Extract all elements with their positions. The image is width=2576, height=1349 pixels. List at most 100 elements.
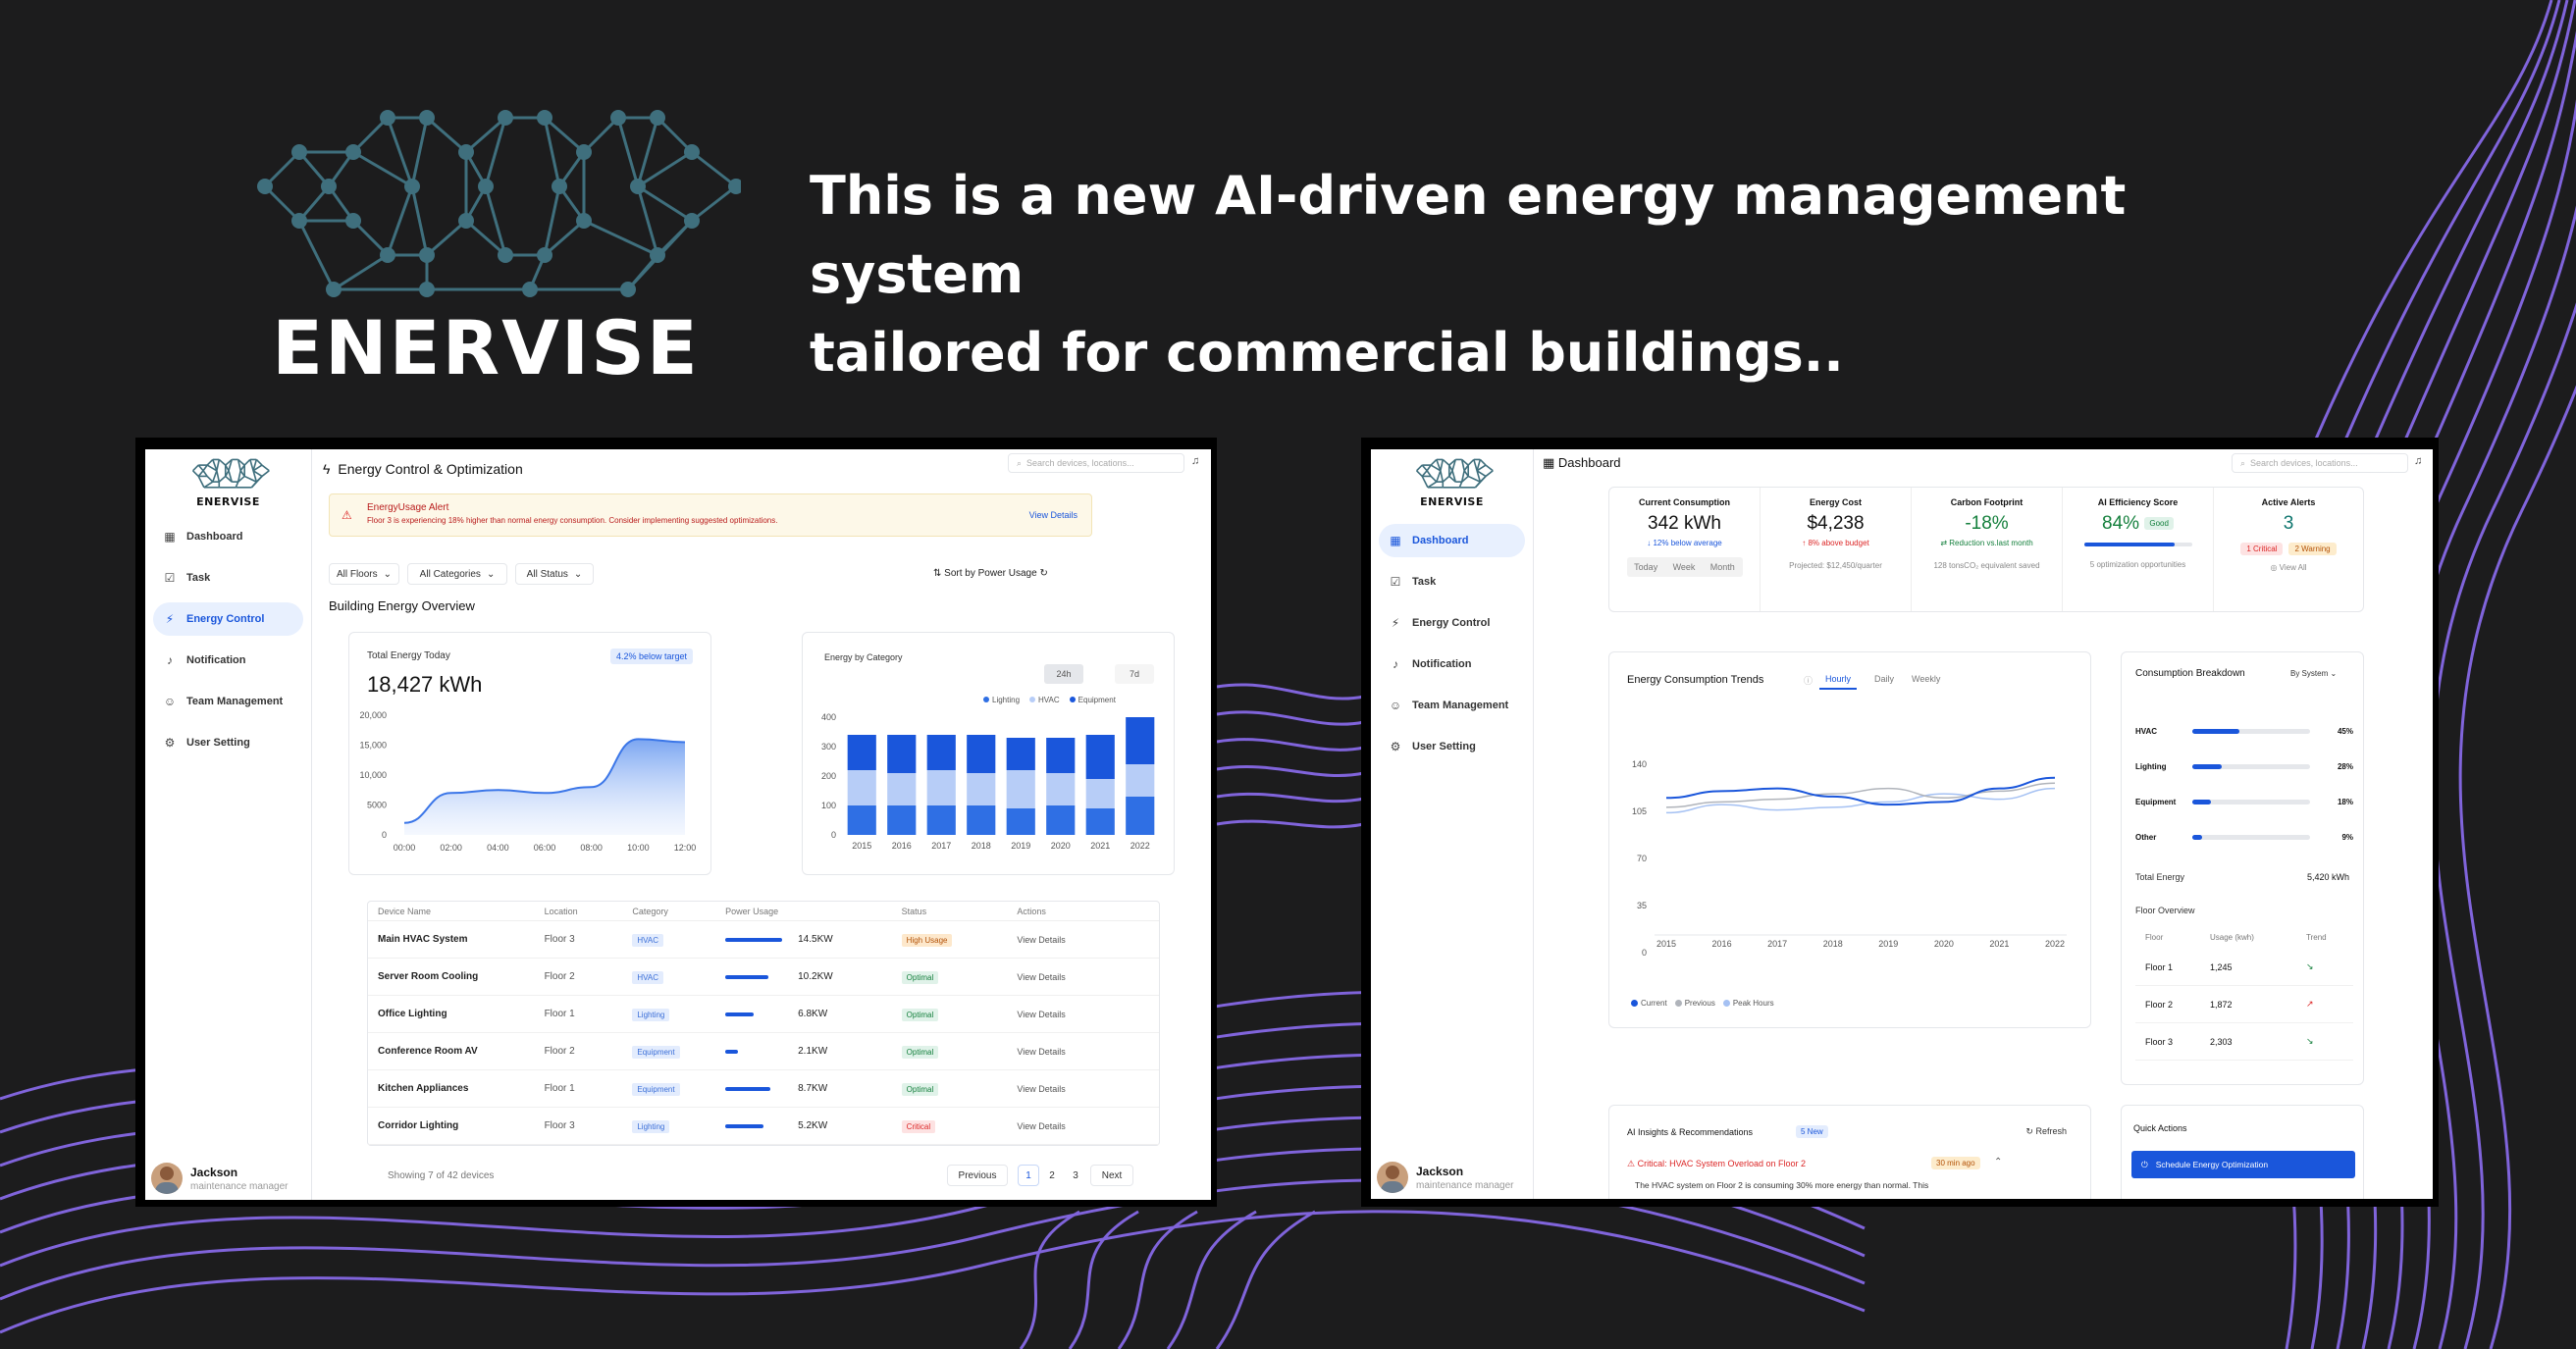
view-details-link[interactable]: View Details [1017,1010,1159,1019]
chevron-up-icon[interactable]: ⌃ [1994,1157,2002,1167]
sort-button[interactable]: ⇅ Sort by Power Usage ↻ [933,568,1048,579]
pager-previous-button[interactable]: Previous [947,1165,1008,1186]
table-row[interactable]: Kitchen Appliances Floor 1 Equipment 8.7KW O… [368,1070,1159,1108]
logo-node [291,213,307,229]
pager-page-1-button[interactable]: 1 [1018,1165,1039,1186]
sidebar-item-label: Notification [1412,658,1472,670]
usage-value: 10.2KW [798,971,833,982]
search-input[interactable]: ⌕ Search devices, locations... [2232,453,2408,473]
logo-node [458,144,474,160]
user-profile[interactable]: Jackson maintenance manager [151,1163,289,1194]
y-tick-label: 400 [821,712,836,722]
table-row[interactable]: Conference Room AV Floor 2 Equipment 2.1KW O… [368,1033,1159,1070]
schedule-optimization-button[interactable]: ⏻ Schedule Energy Optimization [2131,1151,2355,1178]
sidebar-item-dashboard[interactable]: ▦ Dashboard [153,520,303,553]
critical-badge: 1 Critical [2240,543,2284,555]
sidebar-item-notification[interactable]: ♪ Notification [153,644,303,677]
sidebar-item-user-setting[interactable]: ⚙ User Setting [1379,730,1525,763]
floor-row[interactable]: Floor 1 1,245 ↘ [2135,949,2353,986]
bell-icon[interactable]: ♫ [2414,455,2422,467]
tab-weekly[interactable]: Weekly [1912,674,1940,690]
alert-view-details-link[interactable]: View Details [1029,510,1078,520]
table-row[interactable]: Server Room Cooling Floor 2 HVAC 10.2KW Opti… [368,959,1159,996]
pager-page-2-button[interactable]: 2 [1041,1165,1063,1186]
brand-logo: ENERVISE [231,103,744,391]
range-7d-toggle[interactable]: 7d [1115,664,1154,684]
table-row[interactable]: Office Lighting Floor 1 Lighting 6.8KW Optim… [368,996,1159,1033]
team-icon: ☺ [1389,699,1402,712]
bell-icon[interactable]: ♫ [1191,455,1199,467]
sidebar-item-dashboard[interactable]: ▦ Dashboard [1379,524,1525,557]
tab-week[interactable]: Week [1673,562,1696,572]
view-all-link[interactable]: ◎ View All [2214,563,2363,572]
bar-segment [926,805,956,835]
logo-node [326,282,342,297]
sidebar-item-energy-control[interactable]: ⚡ Energy Control [1379,606,1525,640]
legend-label: HVAC [1038,696,1060,704]
sidebar-item-task[interactable]: ☑ Task [1379,565,1525,598]
tab-today[interactable]: Today [1634,562,1657,572]
status-badge: Optimal [901,1008,939,1021]
device-location: Floor 2 [544,971,575,982]
view-details-link[interactable]: View Details [1017,1047,1159,1057]
breakdown-bar [2192,728,2310,734]
logo-link [1442,458,1449,466]
breakdown-dropdown[interactable]: By System ⌄ [2290,669,2337,678]
floor-row[interactable]: Floor 2 1,872 ↗ [2135,986,2353,1023]
alert-message: Floor 3 is experiencing 18% higher than … [367,516,778,525]
filter-categories-dropdown[interactable]: All Categories ⌄ [407,563,507,585]
pager-next-button[interactable]: Next [1090,1165,1133,1186]
breakdown-bar-fill [2192,799,2212,804]
usage-value: 14.5KW [798,934,833,945]
pager-page-3-button[interactable]: 3 [1065,1165,1086,1186]
column-header: Location [544,906,578,916]
user-profile[interactable]: Jackson maintenance manager [1377,1162,1514,1193]
tab-hourly[interactable]: Hourly [1819,674,1858,690]
legend-dot [1631,1000,1638,1007]
insight-item-title[interactable]: ⚠ Critical: HVAC System Overload on Floo… [1627,1159,1806,1169]
refresh-button[interactable]: ↻ Refresh [2025,1126,2067,1137]
sidebar-item-team-management[interactable]: ☺ Team Management [153,685,303,718]
legend-item: Previous [1674,999,1715,1008]
bar-segment [1085,808,1115,835]
sidebar-logo: ENERVISE [145,457,311,508]
filter-status-dropdown[interactable]: All Status ⌄ [515,563,594,585]
view-details-link[interactable]: View Details [1017,972,1159,982]
view-details-link[interactable]: View Details [1017,1084,1159,1094]
bell-icon: ♪ [167,653,173,667]
breakdown-bar [2192,763,2310,769]
network-logo-icon [191,458,270,489]
chevron-down-icon: ⌄ [486,568,496,580]
logo-link [410,117,429,187]
table-row[interactable]: Corridor Lighting Floor 3 Lighting 5.2KW Cri… [368,1108,1159,1145]
sidebar-item-team-management[interactable]: ☺ Team Management [1379,689,1525,722]
logo-link [1472,459,1478,471]
ai-insights-card: AI Insights & Recommendations 5 New ↻ Re… [1608,1105,2091,1199]
logo-node [684,144,700,160]
filter-floors-dropdown[interactable]: All Floors ⌄ [329,563,399,585]
search-input[interactable]: ⌕ Search devices, locations... [1008,453,1184,473]
floor-row[interactable]: Floor 3 2,303 ↘ [2135,1023,2353,1061]
x-tick-label: 2020 [1934,939,1954,949]
tab-month[interactable]: Month [1710,562,1735,572]
x-tick-label: 04:00 [487,843,509,853]
search-icon: ⌕ [1017,457,1023,468]
range-24h-toggle[interactable]: 24h [1044,664,1083,684]
view-details-link[interactable]: View Details [1017,935,1159,945]
sidebar-item-energy-control[interactable]: ⚡ Energy Control [153,602,303,636]
device-location: Floor 3 [544,934,575,945]
sidebar-item-user-setting[interactable]: ⚙ User Setting [153,726,303,759]
usage-value: 8.7KW [798,1083,828,1094]
task-icon: ☑ [164,571,176,585]
energy-control-screenshot: ENERVISE ▦ Dashboard ☑ Task ⚡ Energy Contro… [135,438,1217,1207]
sidebar-item-notification[interactable]: ♪ Notification [1379,648,1525,681]
tab-daily[interactable]: Daily [1874,674,1894,690]
energy-alert-banner: ⚠ EnergyUsage Alert Floor 3 is experienc… [329,493,1092,537]
chart-legend: Lighting HVAC Equipment [983,696,1126,704]
table-row[interactable]: Main HVAC System Floor 3 HVAC 14.5KW High Us… [368,921,1159,959]
logo-link [197,476,205,489]
gear-icon: ⚙ [1390,740,1401,753]
sidebar-item-task[interactable]: ☑ Task [153,561,303,595]
view-details-link[interactable]: View Details [1017,1121,1159,1131]
legend-label: Equipment [1078,696,1116,704]
